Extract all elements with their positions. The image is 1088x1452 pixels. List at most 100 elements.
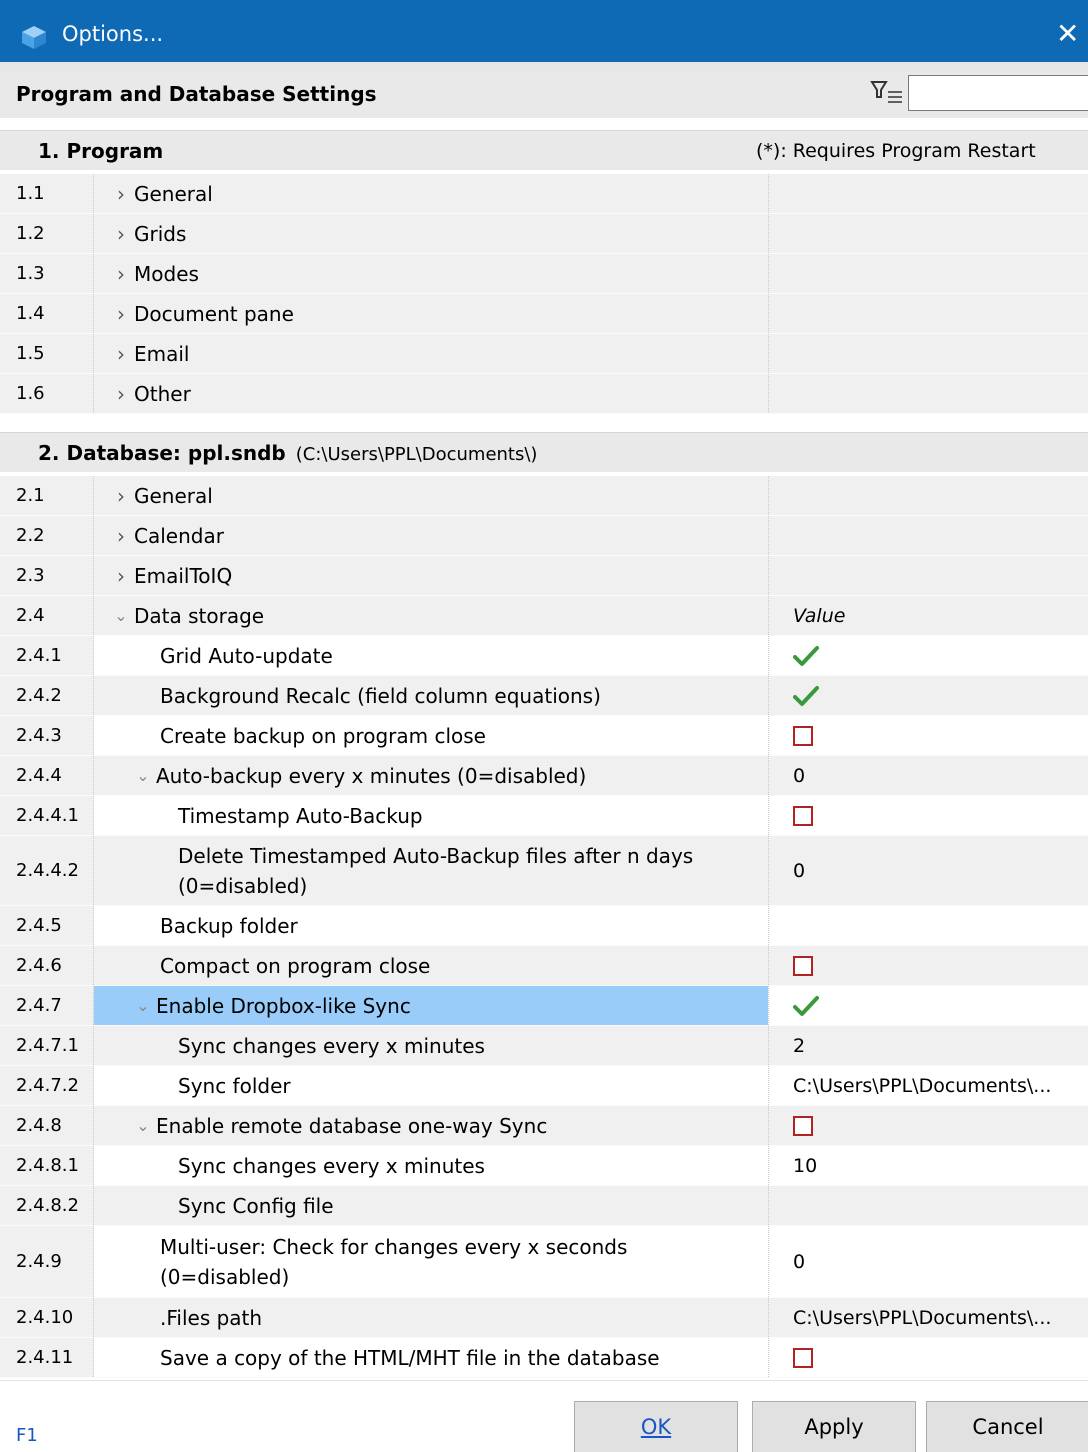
row-label: Delete Timestamped Auto-Backup files aft… xyxy=(178,843,694,868)
filter-icon[interactable] xyxy=(870,78,904,108)
settings-row[interactable]: 2.4.3 Create backup on program close xyxy=(0,716,1088,756)
filter-input[interactable] xyxy=(908,75,1088,111)
section-database-header: 2. Database: ppl.sndb (C:\Users\PPL\Docum… xyxy=(0,432,1088,472)
tree-row[interactable]: 2.2 › Calendar xyxy=(0,516,1088,556)
row-number: 1.3 xyxy=(0,254,94,293)
chevron-down-icon[interactable]: ⌄ xyxy=(130,761,156,791)
value-cell[interactable] xyxy=(768,676,1088,715)
value-cell[interactable] xyxy=(768,1106,1088,1145)
row-number: 1.4 xyxy=(0,294,94,333)
cancel-button[interactable]: Cancel xyxy=(926,1401,1088,1452)
settings-row[interactable]: 2.4.10 .Files path C:\Users\PPL\Document… xyxy=(0,1298,1088,1338)
checkmark-icon[interactable] xyxy=(793,685,819,707)
row-label: Auto-backup every x minutes (0=disabled) xyxy=(156,763,587,788)
settings-row[interactable]: 2.4.8.2 Sync Config file xyxy=(0,1186,1088,1226)
checkbox-unchecked[interactable] xyxy=(793,725,813,746)
help-link[interactable]: F1 xyxy=(16,1425,38,1446)
value-cell[interactable] xyxy=(768,986,1088,1025)
value-cell[interactable]: C:\Users\PPL\Documents\... xyxy=(768,1066,1088,1105)
value-cell[interactable]: 2 xyxy=(768,1026,1088,1065)
chevron-right-icon[interactable]: › xyxy=(108,339,134,369)
settings-row[interactable]: 2.4.1 Grid Auto-update xyxy=(0,636,1088,676)
settings-row[interactable]: 2.4.9 Multi-user: Check for changes ever… xyxy=(0,1226,1088,1298)
chevron-right-icon[interactable]: › xyxy=(108,521,134,551)
row-number: 2.4.7.2 xyxy=(0,1066,94,1105)
ok-button[interactable]: OK xyxy=(574,1401,738,1452)
value-cell[interactable]: 0 xyxy=(768,1226,1088,1297)
checkmark-icon[interactable] xyxy=(793,995,819,1017)
row-number: 2.4.8.1 xyxy=(0,1146,94,1185)
checkbox-unchecked[interactable] xyxy=(793,805,813,826)
chevron-down-icon[interactable]: ⌄ xyxy=(130,1111,156,1141)
value-cell[interactable] xyxy=(768,946,1088,985)
tree-row[interactable]: 1.1 › General xyxy=(0,174,1088,214)
section-number: 1. xyxy=(38,139,60,163)
row-label: Background Recalc (field column equation… xyxy=(160,683,601,708)
chevron-down-icon[interactable]: ⌄ xyxy=(108,601,134,631)
value-cell[interactable] xyxy=(768,796,1088,835)
checkmark-icon[interactable] xyxy=(793,645,819,667)
checkbox-unchecked[interactable] xyxy=(793,1347,813,1368)
settings-header: Program and Database Settings xyxy=(0,72,1088,118)
value-cell xyxy=(768,556,1088,595)
checkbox-unchecked[interactable] xyxy=(793,955,813,976)
value-cell[interactable]: 0 xyxy=(768,756,1088,795)
settings-row-selected[interactable]: 2.4.7 ⌄ Enable Dropbox-like Sync xyxy=(0,986,1088,1026)
tree-row[interactable]: 2.1 › General xyxy=(0,476,1088,516)
row-label: Calendar xyxy=(134,523,224,548)
settings-row[interactable]: 2.4.4.2 Delete Timestamped Auto-Backup f… xyxy=(0,836,1088,906)
settings-row[interactable]: 2.4.6 Compact on program close xyxy=(0,946,1088,986)
chevron-right-icon[interactable]: › xyxy=(108,561,134,591)
settings-row[interactable]: 2.4.5 Backup folder xyxy=(0,906,1088,946)
chevron-right-icon[interactable]: › xyxy=(108,481,134,511)
settings-row[interactable]: 2.4.7.2 Sync folder C:\Users\PPL\Documen… xyxy=(0,1066,1088,1106)
value-cell[interactable]: C:\Users\PPL\Documents\... xyxy=(768,1298,1088,1337)
tree-row[interactable]: 1.2 › Grids xyxy=(0,214,1088,254)
chevron-right-icon[interactable]: › xyxy=(108,379,134,409)
row-number: 1.1 xyxy=(0,174,94,213)
tree-row[interactable]: 2.3 › EmailToIQ xyxy=(0,556,1088,596)
cube-icon xyxy=(22,26,46,49)
row-number: 2.4.2 xyxy=(0,676,94,715)
chevron-right-icon[interactable]: › xyxy=(108,219,134,249)
settings-row[interactable]: 2.4.11 Save a copy of the HTML/MHT file … xyxy=(0,1338,1088,1378)
tree-row[interactable]: 1.6 › Other xyxy=(0,374,1088,414)
tree-row[interactable]: 1.4 › Document pane xyxy=(0,294,1088,334)
chevron-right-icon[interactable]: › xyxy=(108,179,134,209)
settings-row[interactable]: 2.4.4 ⌄ Auto-backup every x minutes (0=di… xyxy=(0,756,1088,796)
value-cell[interactable] xyxy=(768,906,1088,945)
chevron-right-icon[interactable]: › xyxy=(108,299,134,329)
value-cell[interactable] xyxy=(768,636,1088,675)
value-cell[interactable] xyxy=(768,1186,1088,1225)
settings-row[interactable]: 2.4.8.1 Sync changes every x minutes 10 xyxy=(0,1146,1088,1186)
section-title: Program xyxy=(66,139,164,163)
row-number: 2.4.3 xyxy=(0,716,94,755)
close-icon[interactable]: ✕ xyxy=(1056,18,1079,50)
value-cell[interactable] xyxy=(768,716,1088,755)
window-title: Options... xyxy=(62,22,164,46)
section-number: 2. xyxy=(38,441,60,465)
apply-button-label: Apply xyxy=(804,1415,864,1439)
section-title: Database: ppl.sndb xyxy=(66,441,286,465)
settings-row[interactable]: 2.4.8 ⌄ Enable remote database one-way Sy… xyxy=(0,1106,1088,1146)
value-cell[interactable]: 10 xyxy=(768,1146,1088,1185)
row-label: Multi-user: Check for changes every x se… xyxy=(160,1234,628,1259)
apply-button[interactable]: Apply xyxy=(752,1401,916,1452)
tree-row[interactable]: 2.4 ⌄ Data storage Value xyxy=(0,596,1088,636)
settings-row[interactable]: 2.4.4.1 Timestamp Auto-Backup xyxy=(0,796,1088,836)
value-column-header: Value xyxy=(768,596,1088,635)
settings-row[interactable]: 2.4.2 Background Recalc (field column eq… xyxy=(0,676,1088,716)
row-number: 2.4.7 xyxy=(0,986,94,1025)
checkbox-unchecked[interactable] xyxy=(793,1115,813,1136)
page-title: Program and Database Settings xyxy=(16,82,377,106)
chevron-down-icon[interactable]: ⌄ xyxy=(130,991,156,1021)
database-path: (C:\Users\PPL\Documents\) xyxy=(295,444,538,465)
tree-row[interactable]: 1.5 › Email xyxy=(0,334,1088,374)
tree-row[interactable]: 1.3 › Modes xyxy=(0,254,1088,294)
settings-row[interactable]: 2.4.7.1 Sync changes every x minutes 2 xyxy=(0,1026,1088,1066)
row-number: 2.3 xyxy=(0,556,94,595)
chevron-right-icon[interactable]: › xyxy=(108,259,134,289)
ok-button-label: OK xyxy=(640,1415,672,1439)
value-cell[interactable]: 0 xyxy=(768,836,1088,905)
value-cell[interactable] xyxy=(768,1338,1088,1377)
